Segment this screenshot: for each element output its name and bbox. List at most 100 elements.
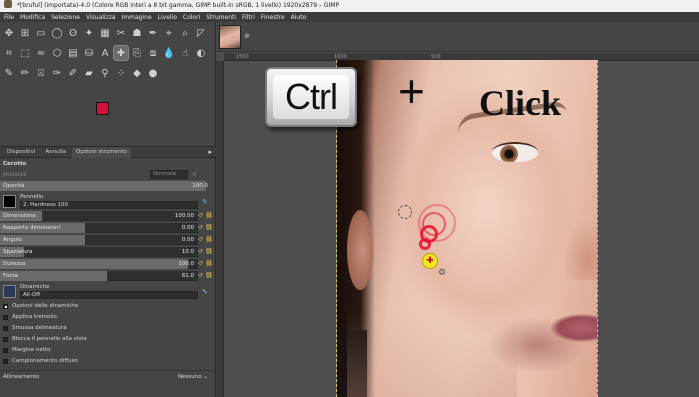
tab-brush[interactable]: Dispositivi <box>3 147 39 158</box>
menu-item[interactable]: Modifica <box>20 14 45 21</box>
checkbox[interactable] <box>3 359 8 364</box>
checkbox-row[interactable]: Campionamento diffuso <box>0 356 216 367</box>
ink-icon[interactable]: ✑ <box>50 66 64 80</box>
fuzzy-icon[interactable]: ⚲ <box>98 66 112 80</box>
slider-value[interactable]: 0.00 <box>182 223 194 233</box>
checkbox[interactable] <box>3 348 8 353</box>
checkbox-row[interactable]: Applica tremolio <box>0 312 216 323</box>
checkbox[interactable] <box>3 326 8 331</box>
tab-menu-icon[interactable]: ▸ <box>208 148 212 156</box>
brush-preview[interactable] <box>3 195 16 208</box>
zoom-icon[interactable]: ⌕ <box>178 26 192 40</box>
dodge-burn-icon[interactable]: ◐ <box>194 46 208 60</box>
slider-durezza[interactable]: Durezza 100.0 ↺ ⛓ <box>0 259 216 271</box>
slider-spaziatura[interactable]: Spaziatura 10.0 ↺ ⛓ <box>0 247 216 259</box>
reset-icon[interactable]: ↺ <box>198 223 203 233</box>
opacity-value[interactable]: 100.0 <box>192 181 208 191</box>
mode-select[interactable]: Normale <box>150 170 188 179</box>
menu-item[interactable]: Livello <box>158 14 177 21</box>
heal-icon[interactable]: ✚ <box>113 45 129 61</box>
slider-angolo[interactable]: Angolo 0.00 ↺ ⛓ <box>0 235 216 247</box>
measure-icon[interactable]: ◸ <box>194 26 208 40</box>
chain-icon[interactable]: ⛓ <box>205 247 213 257</box>
align-icon[interactable]: ⊞ <box>18 26 32 40</box>
fg-bg-color-selector[interactable] <box>96 102 120 122</box>
checkbox-row[interactable]: Margine netto <box>0 345 216 356</box>
gradient-icon[interactable]: ▤ <box>66 46 80 60</box>
pencil-icon[interactable]: ✏ <box>18 66 32 80</box>
checkbox[interactable] <box>3 337 8 342</box>
dots-icon[interactable]: ⁘ <box>114 66 128 80</box>
clone-icon[interactable]: ⎘ <box>130 46 144 60</box>
warp-icon[interactable]: ≈ <box>34 46 48 60</box>
menu-item[interactable]: Selezione <box>51 14 80 21</box>
tab-undo[interactable]: Annulla <box>41 147 70 158</box>
move-icon[interactable]: ✥ <box>2 26 16 40</box>
brush-edit-icon[interactable]: ✎ <box>202 196 208 208</box>
menu-item[interactable]: File <box>4 14 14 21</box>
paths-icon[interactable]: ✒ <box>146 26 160 40</box>
tab-options[interactable]: Opzioni strumento <box>72 146 131 158</box>
eraser-icon[interactable]: ▰ <box>82 66 96 80</box>
color-picker-icon[interactable]: ⌖ <box>162 26 176 40</box>
slider-value[interactable]: 10.0 <box>182 247 194 257</box>
crop-icon[interactable]: ⌗ <box>2 46 16 60</box>
alignment-select[interactable]: Nessuno ⌄ <box>178 371 208 383</box>
image-thumbnail[interactable] <box>219 25 241 49</box>
slider-dimensione[interactable]: Dimensione 100.00 ↺ ⛓ <box>0 211 216 223</box>
dynamics-edit-icon[interactable]: ✎ <box>202 286 208 298</box>
paintbrush-icon[interactable]: ✎ <box>2 66 16 80</box>
menu-item[interactable]: Immagine <box>122 14 152 21</box>
chain-icon[interactable]: ⛓ <box>205 211 213 221</box>
checkbox-row[interactable]: Blocca il pennello alla vista <box>0 334 216 345</box>
checkbox-row[interactable]: Smussa delineatura <box>0 323 216 334</box>
smudge-icon[interactable]: ☝ <box>178 46 192 60</box>
reset-icon[interactable]: ↺ <box>198 211 203 221</box>
scissors-icon[interactable]: ✂ <box>114 26 128 40</box>
menu-item[interactable]: Finestre <box>261 14 285 21</box>
mypaint-icon[interactable]: ✐ <box>66 66 80 80</box>
reset-icon[interactable]: ↺ <box>198 259 203 269</box>
gegl-icon[interactable]: ◆ <box>130 66 144 80</box>
perspective-clone-icon[interactable]: ⧈ <box>146 46 160 60</box>
slider-value[interactable]: 100.0 <box>178 259 194 269</box>
reset-icon[interactable]: ↺ <box>198 235 203 245</box>
unified-transform-icon[interactable]: ⬚ <box>18 46 32 60</box>
chain-icon[interactable]: ⛓ <box>205 235 213 245</box>
menu-item[interactable]: Colori <box>183 14 200 21</box>
lasso-icon[interactable]: ʘ <box>66 26 80 40</box>
checkbox[interactable] <box>3 304 8 309</box>
slider-rapporto-dimensioni[interactable]: Rapporto dimensioni 0.00 ↺ ⛓ <box>0 223 216 235</box>
foreground-select-icon[interactable]: ☗ <box>130 26 144 40</box>
checkbox[interactable] <box>3 315 8 320</box>
slider-value[interactable]: 61.0 <box>182 271 194 281</box>
fuzzy-select-icon[interactable]: ✦ <box>82 26 96 40</box>
dynamics-icon[interactable] <box>3 285 16 298</box>
chain-icon[interactable]: ⛓ <box>205 259 213 269</box>
checkbox-row[interactable]: Opzioni delle dinamiche <box>0 301 216 312</box>
slider-value[interactable]: 0.00 <box>182 235 194 245</box>
slider-value[interactable]: 100.00 <box>175 211 194 221</box>
rect-select-icon[interactable]: ▭ <box>34 26 48 40</box>
airbrush-icon[interactable]: ⍓ <box>34 66 48 80</box>
bucket-fill-icon[interactable]: ⛁ <box>82 46 96 60</box>
sphere-icon[interactable]: ● <box>146 66 160 80</box>
reset-icon[interactable]: ↺ <box>198 271 203 281</box>
ellipse-select-icon[interactable]: ◯ <box>50 26 64 40</box>
text-icon[interactable]: A <box>98 46 112 60</box>
dynamics-name-field[interactable]: All-Off <box>20 291 198 299</box>
chain-icon[interactable]: ⛓ <box>205 271 213 281</box>
mode-reset-icon[interactable]: ↺ <box>192 169 197 181</box>
menu-item[interactable]: Strumenti <box>206 14 236 21</box>
cage-icon[interactable]: ⬡ <box>50 46 64 60</box>
menu-item[interactable]: Visualizza <box>86 14 116 21</box>
blur-icon[interactable]: 💧 <box>162 46 176 60</box>
select-by-color-icon[interactable]: ▦ <box>98 26 112 40</box>
close-image-icon[interactable]: ⊗ <box>244 32 250 40</box>
reset-icon[interactable]: ↺ <box>198 247 203 257</box>
brush-name-field[interactable]: 2. Hardness 100 <box>20 201 198 209</box>
chain-icon[interactable]: ⛓ <box>205 223 213 233</box>
menu-item[interactable]: Filtri <box>242 14 255 21</box>
menu-item[interactable]: Aiuto <box>291 14 307 21</box>
foreground-color-swatch[interactable] <box>96 102 109 115</box>
